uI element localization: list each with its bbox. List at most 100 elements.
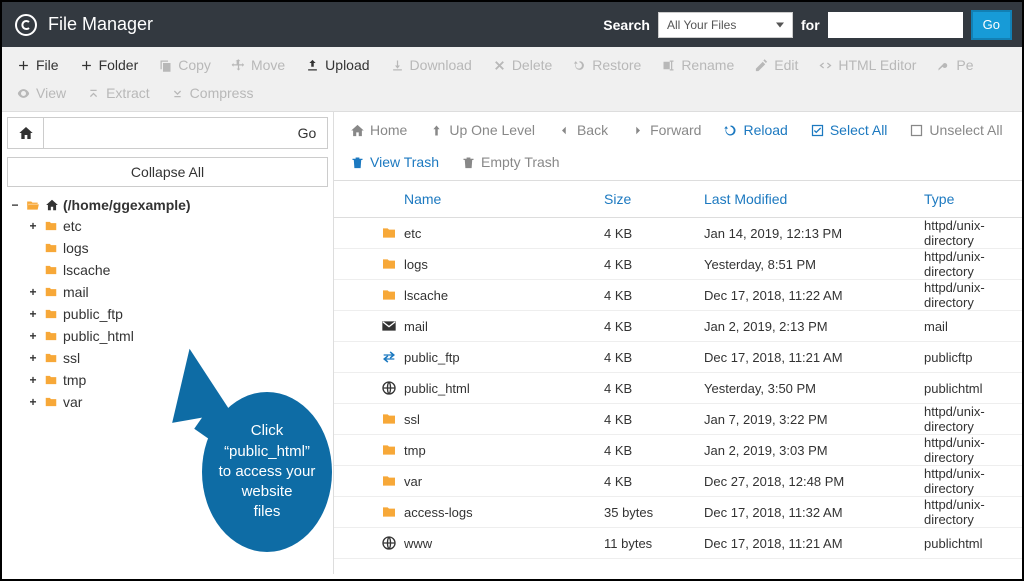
tree-toggle-icon[interactable] xyxy=(27,263,39,277)
cell-type: publichtml xyxy=(924,536,1012,551)
column-type[interactable]: Type xyxy=(924,191,1012,207)
tree-item-public_html[interactable]: +public_html xyxy=(27,325,333,347)
path-go-button[interactable]: Go xyxy=(287,118,327,148)
nav-home-button[interactable]: Home xyxy=(340,116,417,144)
for-label: for xyxy=(801,17,820,33)
back-button[interactable]: Back xyxy=(547,116,618,144)
search-go-button[interactable]: Go xyxy=(973,12,1010,38)
tree-item-label: public_ftp xyxy=(63,306,123,322)
cell-size: 35 bytes xyxy=(604,505,704,520)
tree-item-public_ftp[interactable]: + public_ftp xyxy=(27,303,333,325)
copy-button[interactable]: Copy xyxy=(148,51,221,79)
home-icon xyxy=(45,198,59,212)
tree-toggle-icon[interactable]: − xyxy=(9,198,21,212)
view-trash-button[interactable]: View Trash xyxy=(340,148,449,176)
file-row[interactable]: ssl4 KBJan 7, 2019, 3:22 PMhttpd/unix-di… xyxy=(334,404,1022,435)
tree-toggle-icon[interactable]: + xyxy=(27,395,39,409)
folder-icon xyxy=(43,329,59,343)
folder-icon xyxy=(43,307,59,321)
path-input[interactable] xyxy=(44,118,287,148)
tree-toggle-icon[interactable]: + xyxy=(27,219,39,233)
column-modified[interactable]: Last Modified xyxy=(704,191,924,207)
folder-icon xyxy=(43,351,59,365)
tree-toggle-icon[interactable]: + xyxy=(27,351,39,365)
cpanel-logo-icon xyxy=(14,13,38,37)
move-button[interactable]: Move xyxy=(221,51,295,79)
cell-type: httpd/unix-directory xyxy=(924,435,1012,465)
tree-toggle-icon[interactable]: + xyxy=(27,329,39,343)
up-arrow-icon xyxy=(429,123,444,138)
restore-button[interactable]: Restore xyxy=(562,51,651,79)
tree-toggle-icon[interactable]: + xyxy=(27,373,39,387)
view-button[interactable]: View xyxy=(6,79,76,107)
select-all-button[interactable]: Select All xyxy=(800,116,898,144)
rename-button[interactable]: Rename xyxy=(651,51,744,79)
upload-button[interactable]: Upload xyxy=(295,51,379,79)
cell-name: public_html xyxy=(404,381,604,396)
cell-size: 4 KB xyxy=(604,412,704,427)
tree-item-lscache[interactable]: lscache xyxy=(27,259,333,281)
tree-toggle-icon[interactable] xyxy=(27,241,39,255)
folder-icon xyxy=(374,225,404,241)
file-row[interactable]: www11 bytesDec 17, 2018, 11:21 AMpublich… xyxy=(334,528,1022,559)
tree-toggle-icon[interactable]: + xyxy=(27,285,39,299)
edit-button[interactable]: Edit xyxy=(744,51,808,79)
file-row[interactable]: lscache4 KBDec 17, 2018, 11:22 AMhttpd/u… xyxy=(334,280,1022,311)
search-group: Search All Your Files for Go xyxy=(603,12,1010,38)
home-button[interactable] xyxy=(8,118,44,148)
permissions-button[interactable]: Pe xyxy=(926,51,983,79)
download-button[interactable]: Download xyxy=(380,51,482,79)
tree-toggle-icon[interactable]: + xyxy=(27,307,39,321)
search-scope-select[interactable]: All Your Files xyxy=(658,12,793,38)
cell-modified: Yesterday, 3:50 PM xyxy=(704,381,924,396)
empty-trash-button[interactable]: Empty Trash xyxy=(451,148,570,176)
tree-item-etc[interactable]: +etc xyxy=(27,215,333,237)
file-button[interactable]: File xyxy=(6,51,69,79)
delete-icon xyxy=(492,58,507,73)
file-row[interactable]: public_ftp4 KBDec 17, 2018, 11:21 AMpubl… xyxy=(334,342,1022,373)
folder-button[interactable]: Folder xyxy=(69,51,149,79)
up-one-level-button[interactable]: Up One Level xyxy=(419,116,545,144)
extract-button[interactable]: Extract xyxy=(76,79,160,107)
table-header: Name Size Last Modified Type xyxy=(334,181,1022,218)
tree-root-label: (/home/ggexample) xyxy=(63,197,191,213)
cell-modified: Yesterday, 8:51 PM xyxy=(704,257,924,272)
cell-modified: Dec 17, 2018, 11:21 AM xyxy=(704,536,924,551)
chevron-down-icon xyxy=(776,22,784,27)
file-row[interactable]: var4 KBDec 27, 2018, 12:48 PMhttpd/unix-… xyxy=(334,466,1022,497)
file-row[interactable]: logs4 KBYesterday, 8:51 PMhttpd/unix-dir… xyxy=(334,249,1022,280)
file-row[interactable]: access-logs35 bytesDec 17, 2018, 11:32 A… xyxy=(334,497,1022,528)
tree-root[interactable]: − (/home/ggexample) xyxy=(9,195,333,215)
file-row[interactable]: public_html4 KBYesterday, 3:50 PMpublich… xyxy=(334,373,1022,404)
cell-name: etc xyxy=(404,226,604,241)
collapse-all-button[interactable]: Collapse All xyxy=(7,157,328,187)
cell-name: access-logs xyxy=(404,505,604,520)
cell-type: publichtml xyxy=(924,381,1012,396)
unselect-all-button[interactable]: Unselect All xyxy=(899,116,1012,144)
folder-icon xyxy=(374,287,404,303)
search-input[interactable] xyxy=(828,12,963,38)
code-icon xyxy=(818,58,833,73)
compress-button[interactable]: Compress xyxy=(160,79,264,107)
html-editor-button[interactable]: HTML Editor xyxy=(808,51,926,79)
reload-button[interactable]: Reload xyxy=(713,116,797,144)
cell-modified: Dec 17, 2018, 11:21 AM xyxy=(704,350,924,365)
tree-item-label: mail xyxy=(63,284,89,300)
tree-item-logs[interactable]: logs xyxy=(27,237,333,259)
restore-icon xyxy=(572,58,587,73)
trash-icon xyxy=(461,155,476,170)
delete-button[interactable]: Delete xyxy=(482,51,562,79)
column-size[interactable]: Size xyxy=(604,191,704,207)
file-row[interactable]: tmp4 KBJan 2, 2019, 3:03 PMhttpd/unix-di… xyxy=(334,435,1022,466)
globe-icon xyxy=(374,535,404,551)
file-row[interactable]: etc4 KBJan 14, 2019, 12:13 PMhttpd/unix-… xyxy=(334,218,1022,249)
cell-name: logs xyxy=(404,257,604,272)
cell-size: 4 KB xyxy=(604,319,704,334)
column-name[interactable]: Name xyxy=(404,191,604,207)
cell-type: httpd/unix-directory xyxy=(924,280,1012,310)
file-row[interactable]: mail4 KBJan 2, 2019, 2:13 PMmail xyxy=(334,311,1022,342)
toolbar: File Folder Copy Move Upload Download De… xyxy=(2,47,1022,112)
cell-type: httpd/unix-directory xyxy=(924,404,1012,434)
tree-item-mail[interactable]: + mail xyxy=(27,281,333,303)
forward-button[interactable]: Forward xyxy=(620,116,711,144)
